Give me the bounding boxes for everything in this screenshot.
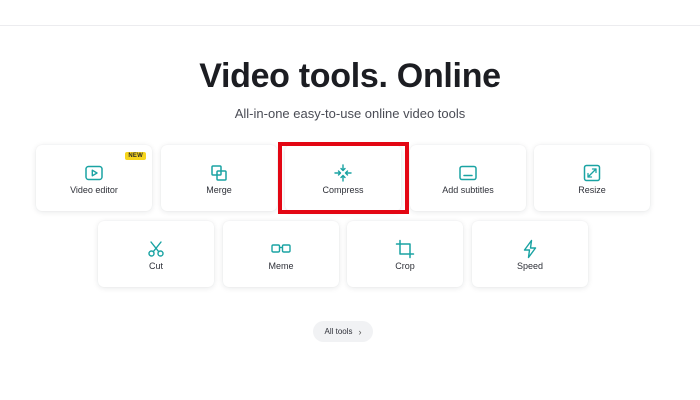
subtitles-icon xyxy=(459,165,477,181)
scissors-icon xyxy=(148,241,164,257)
crop-icon xyxy=(395,239,415,259)
highlight-box xyxy=(278,142,409,214)
header-divider xyxy=(0,25,700,26)
new-badge: NEW xyxy=(125,152,146,160)
tool-label: Resize xyxy=(578,185,606,195)
lightning-icon xyxy=(523,239,537,259)
page-title: Video tools. Online xyxy=(199,57,501,95)
resize-icon xyxy=(583,164,601,182)
tool-card-resize[interactable]: Resize xyxy=(534,145,650,211)
tool-card-add-subtitles[interactable]: Add subtitles xyxy=(410,145,526,211)
tool-label: Meme xyxy=(268,261,294,271)
chevron-right-icon: › xyxy=(358,326,362,337)
all-tools-button[interactable]: All tools › xyxy=(313,321,373,342)
tool-card-video-editor[interactable]: NEW Video editor xyxy=(36,145,152,211)
tool-card-cut[interactable]: Cut xyxy=(98,221,214,287)
tool-card-meme[interactable]: Meme xyxy=(223,221,339,287)
tool-label: Video editor xyxy=(70,185,118,195)
tool-label: Speed xyxy=(516,261,544,271)
play-icon xyxy=(85,165,103,181)
tool-label: Crop xyxy=(395,261,415,271)
tool-card-merge[interactable]: Merge xyxy=(161,145,277,211)
tool-card-crop[interactable]: Crop xyxy=(347,221,463,287)
tool-label: Cut xyxy=(148,261,163,271)
all-tools-label: All tools xyxy=(324,327,353,336)
tool-card-speed[interactable]: Speed xyxy=(472,221,588,287)
page-subtitle: All-in-one easy-to-use online video tool… xyxy=(234,106,466,121)
tool-label: Merge xyxy=(206,185,232,195)
tool-label: Add subtitles xyxy=(442,185,494,195)
merge-icon xyxy=(211,165,227,181)
glasses-icon xyxy=(271,244,291,253)
